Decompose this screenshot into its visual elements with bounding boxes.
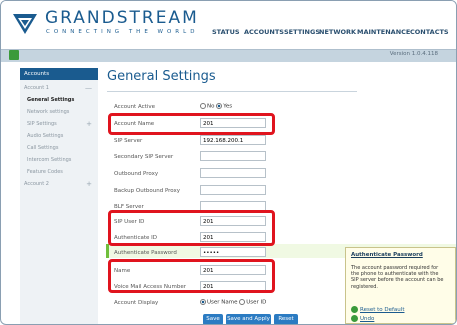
reset-icon — [351, 306, 358, 313]
save-button[interactable]: Save — [203, 314, 223, 324]
account-active-yes-label: Yes — [223, 103, 233, 110]
expand-icon[interactable]: + — [86, 179, 92, 190]
authenticate-password-input[interactable]: ••••• — [200, 247, 266, 257]
outbound-proxy-input[interactable] — [200, 168, 266, 178]
browser-frame: GRANDSTREAM CONNECTING THE WORLD STATUS … — [0, 0, 457, 325]
help-body: The account password required for the ph… — [351, 265, 444, 290]
outbound-proxy-label: Outbound Proxy — [114, 171, 159, 177]
sip-server-label: SIP Server — [114, 138, 143, 144]
highlight-account-name — [108, 113, 275, 135]
nav-network[interactable]: NETWORK — [319, 28, 356, 36]
grandstream-logo-icon — [13, 14, 37, 34]
nav-contacts[interactable]: CONTACTS — [410, 28, 449, 36]
account-display-radio-group: User Name User ID — [200, 299, 266, 306]
sidebar-account-2-label: Account 2 — [24, 181, 49, 187]
sip-server-input[interactable]: 192.168.200.1 — [200, 135, 266, 145]
nav-maintenance[interactable]: MAINTENANCE — [357, 28, 410, 36]
toolbar-strip — [1, 49, 456, 62]
reset-button[interactable]: Reset — [274, 314, 298, 324]
account-active-radio-group: No Yes — [200, 103, 232, 110]
sidebar-item-feature-codes[interactable]: Feature Codes — [20, 167, 98, 178]
sidebar-item-sip-settings-label: SIP Settings — [27, 121, 57, 127]
backup-outbound-proxy-input[interactable] — [200, 185, 266, 195]
account-active-label: Account Active — [114, 104, 155, 110]
expand-icon[interactable]: + — [86, 119, 92, 130]
secondary-sip-server-input[interactable] — [200, 151, 266, 161]
undo-link[interactable]: Undo — [351, 315, 374, 322]
sidebar-header: Accounts — [20, 68, 98, 80]
account-display-user-name-label: User Name — [207, 299, 238, 306]
sidebar-account-1[interactable]: Account 1 — — [20, 83, 98, 94]
sidebar-account-2[interactable]: Account 2 + — [20, 179, 98, 190]
sidebar-item-call-settings[interactable]: Call Settings — [20, 143, 98, 154]
title-divider — [107, 91, 357, 92]
home-icon[interactable] — [9, 50, 19, 60]
account-display-user-id-radio[interactable] — [239, 299, 246, 305]
sidebar-item-network-settings[interactable]: Network settings — [20, 107, 98, 118]
authenticate-password-label: Authenticate Password — [114, 250, 177, 256]
undo-label: Undo — [360, 316, 375, 322]
highlight-name-voicemail — [108, 259, 275, 293]
collapse-icon[interactable]: — — [85, 83, 92, 94]
account-active-no-label: No — [207, 103, 215, 110]
brand-tagline: CONNECTING THE WORLD — [46, 29, 199, 35]
sidebar: Accounts Account 1 — General Settings Ne… — [20, 68, 98, 324]
backup-outbound-proxy-label: Backup Outbound Proxy — [114, 188, 181, 194]
reset-to-default-label: Reset to Default — [360, 307, 405, 313]
sidebar-item-sip-settings[interactable]: SIP Settings + — [20, 119, 98, 130]
brand-name: GRANDSTREAM — [45, 8, 199, 28]
reset-to-default-link[interactable]: Reset to Default — [351, 306, 404, 313]
highlight-sip-user-auth-id — [108, 210, 275, 246]
page-title: General Settings — [107, 69, 216, 84]
nav-settings[interactable]: SETTINGS — [284, 28, 320, 36]
sidebar-item-audio-settings[interactable]: Audio Settings — [20, 131, 98, 142]
account-display-label: Account Display — [114, 300, 159, 306]
account-display-user-id-label: User ID — [246, 299, 267, 306]
sidebar-item-general-settings[interactable]: General Settings — [20, 95, 98, 106]
save-and-apply-button[interactable]: Save and Apply — [226, 314, 271, 324]
nav-accounts[interactable]: ACCOUNTS — [244, 28, 284, 36]
account-active-yes-radio[interactable] — [216, 103, 223, 109]
account-display-user-name-radio[interactable] — [200, 299, 206, 305]
sidebar-account-1-label: Account 1 — [24, 85, 49, 91]
undo-icon — [351, 315, 358, 322]
sidebar-item-intercom-settings[interactable]: Intercom Settings — [20, 155, 98, 166]
version-label: Version 1.0.4.118 — [389, 51, 438, 57]
account-active-no-radio[interactable] — [200, 103, 206, 109]
secondary-sip-server-label: Secondary SIP Server — [114, 154, 174, 160]
top-header: GRANDSTREAM CONNECTING THE WORLD STATUS … — [1, 1, 456, 49]
nav-status[interactable]: STATUS — [212, 28, 240, 36]
help-tooltip: Authenticate Password The account passwo… — [345, 247, 456, 324]
help-title: Authenticate Password — [351, 252, 423, 258]
